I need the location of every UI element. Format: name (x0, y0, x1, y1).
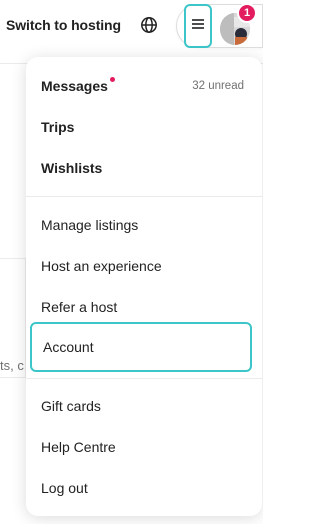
hamburger-menu-icon (191, 17, 205, 35)
menu-divider (26, 378, 262, 379)
menu-item-account[interactable]: Account (30, 322, 252, 372)
menu-divider (26, 196, 262, 197)
notification-badge: 1 (237, 3, 257, 23)
messages-label: Messages (41, 78, 108, 94)
globe-icon[interactable] (140, 16, 158, 34)
menu-item-refer-host[interactable]: Refer a host (26, 287, 262, 327)
menu-item-trips[interactable]: Trips (26, 107, 262, 147)
unread-dot-icon (109, 76, 115, 82)
menu-item-host-experience[interactable]: Host an experience (26, 246, 262, 286)
menu-item-manage-listings[interactable]: Manage listings (26, 205, 262, 245)
menu-item-log-out[interactable]: Log out (26, 468, 262, 508)
menu-item-gift-cards[interactable]: Gift cards (26, 386, 262, 426)
page: ts, c Switch to hosting 1 Messages 32 un… (0, 0, 263, 524)
switch-to-hosting-link[interactable]: Switch to hosting (6, 15, 121, 35)
hamburger-menu-button[interactable] (184, 4, 212, 48)
menu-item-wishlists[interactable]: Wishlists (26, 148, 262, 188)
unread-count: 32 unread (192, 80, 244, 92)
user-menu-dropdown: Messages 32 unread Trips Wishlists Manag… (26, 57, 262, 516)
top-header: Switch to hosting 1 (0, 0, 263, 64)
menu-item-help-centre[interactable]: Help Centre (26, 427, 262, 467)
account-label: Account (43, 339, 94, 355)
menu-item-messages[interactable]: Messages 32 unread (26, 66, 262, 106)
background-partial-text: ts, c (0, 358, 24, 373)
